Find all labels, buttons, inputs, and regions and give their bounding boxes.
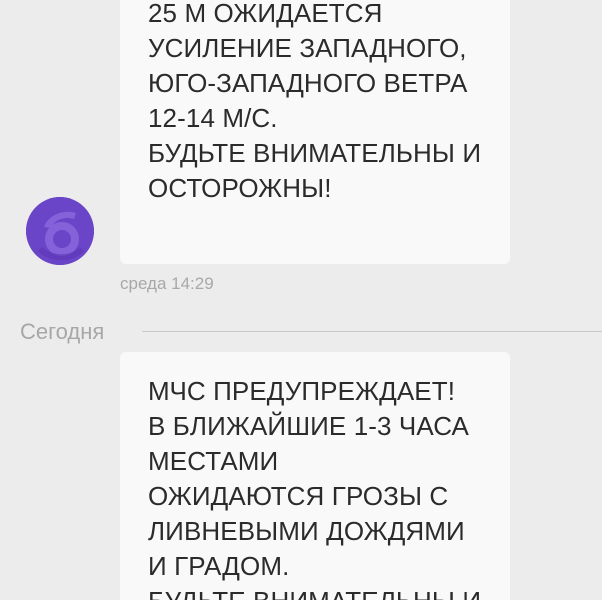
message-line: ЛИВНЕВЫМИ ДОЖДЯМИ (148, 516, 465, 546)
message-line: 12-14 М/С. (148, 103, 278, 133)
date-divider-line (142, 331, 602, 332)
message-line: БУДЬТЕ ВНИМАТЕЛЬНЫ И (148, 584, 481, 600)
date-divider-label: Сегодня (20, 319, 105, 344)
conversation-screen: 25 М ОЖИДАЕТСЯ УСИЛЕНИЕ ЗАПАДНОГО, ЮГО-З… (0, 0, 602, 600)
message-bubble[interactable]: 25 М ОЖИДАЕТСЯ УСИЛЕНИЕ ЗАПАДНОГО, ЮГО-З… (120, 0, 510, 264)
message-line: ОЖИДАЮТСЯ ГРОЗЫ С (148, 481, 449, 511)
message-line: И ГРАДОМ. (148, 551, 290, 581)
message-line: В БЛИЖАЙШИЕ 1-3 ЧАСА (148, 411, 469, 441)
message-line: БУДЬТЕ ВНИМАТЕЛЬНЫ И (148, 138, 482, 168)
message-line: ЮГО-ЗАПАДНОГО ВЕТРА (148, 68, 468, 98)
message-line: УСИЛЕНИЕ ЗАПАДНОГО, (148, 33, 467, 63)
message-text: 25 М ОЖИДАЕТСЯ УСИЛЕНИЕ ЗАПАДНОГО, ЮГО-З… (148, 0, 481, 206)
message-line: МЧС ПРЕДУПРЕЖДАЕТ! (148, 376, 456, 406)
message-line: МЕСТАМИ (148, 446, 279, 476)
message-bubble[interactable]: МЧС ПРЕДУПРЕЖДАЕТ! В БЛИЖАЙШИЕ 1-3 ЧАСА … (120, 352, 510, 600)
sender-avatar[interactable] (26, 197, 94, 265)
message-line: 25 М ОЖИДАЕТСЯ (148, 0, 383, 28)
message-line: ОСТОРОЖНЫ! (148, 173, 332, 203)
message-text: МЧС ПРЕДУПРЕЖДАЕТ! В БЛИЖАЙШИЕ 1-3 ЧАСА … (148, 374, 481, 600)
message-timestamp: среда 14:29 (120, 274, 214, 293)
sender-avatar-icon (26, 197, 94, 265)
